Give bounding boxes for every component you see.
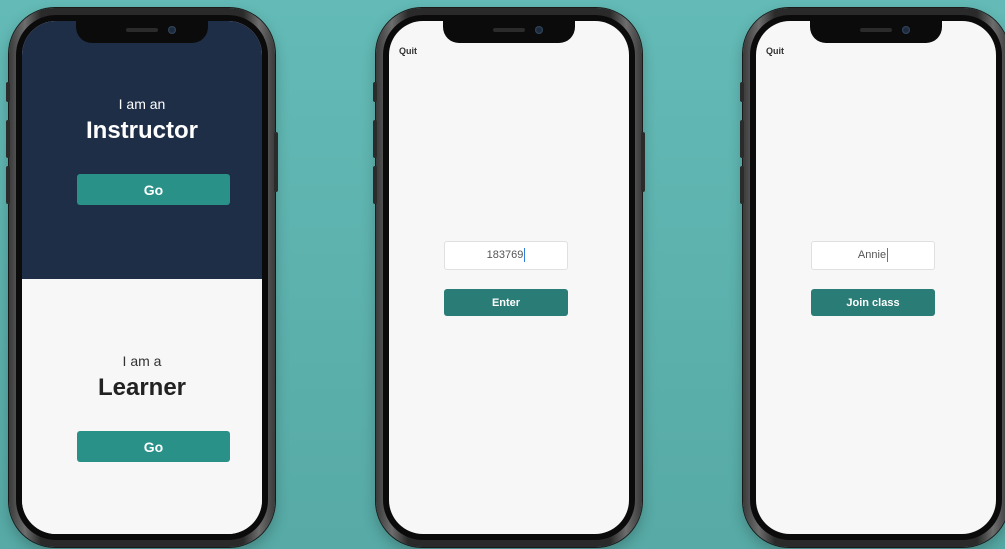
speaker-grille [126,28,158,32]
volume-down-button [373,166,377,204]
learner-title: Learner [97,374,187,401]
volume-up-button [373,120,377,158]
front-camera-icon [535,26,543,34]
learner-go-button[interactable]: Go [77,431,230,462]
quit-link[interactable]: Quit [766,46,784,56]
join-class-button[interactable]: Join class [811,289,935,316]
phone-screen: Quit Annie Join class [756,21,996,534]
phone-enter-code: Quit 183769 Enter [373,8,645,547]
volume-down-button [740,166,744,204]
instructor-title: Instructor [85,117,198,144]
phone-notch [810,21,942,43]
phone-enter-name: Quit Annie Join class [740,8,1005,547]
student-name-value: Annie [857,249,887,261]
phone-screen: I am an Instructor Go I am a Learner Go [22,21,262,534]
power-button [274,132,278,192]
learner-intro: I am a [122,353,162,369]
class-code-input[interactable]: 183769 [444,241,568,270]
volume-up-button [740,120,744,158]
quit-link[interactable]: Quit [399,46,417,56]
volume-up-button [6,120,10,158]
instructor-intro: I am an [118,96,166,112]
text-caret [887,248,889,263]
volume-down-button [6,166,10,204]
instructor-go-button[interactable]: Go [77,174,230,205]
class-code-value: 183769 [486,249,524,261]
student-name-input[interactable]: Annie [811,241,935,270]
mute-switch [373,82,377,102]
phone-notch [443,21,575,43]
phone-screen: Quit 183769 Enter [389,21,629,534]
speaker-grille [860,28,892,32]
instructor-panel: I am an Instructor Go [22,21,262,279]
front-camera-icon [902,26,910,34]
front-camera-icon [168,26,176,34]
text-caret [524,248,526,263]
phone-notch [76,21,208,43]
learner-panel: I am a Learner Go [22,279,262,534]
enter-button[interactable]: Enter [444,289,568,316]
mute-switch [740,82,744,102]
speaker-grille [493,28,525,32]
mute-switch [6,82,10,102]
power-button [641,132,645,192]
phone-role-select: I am an Instructor Go I am a Learner Go [6,8,278,547]
